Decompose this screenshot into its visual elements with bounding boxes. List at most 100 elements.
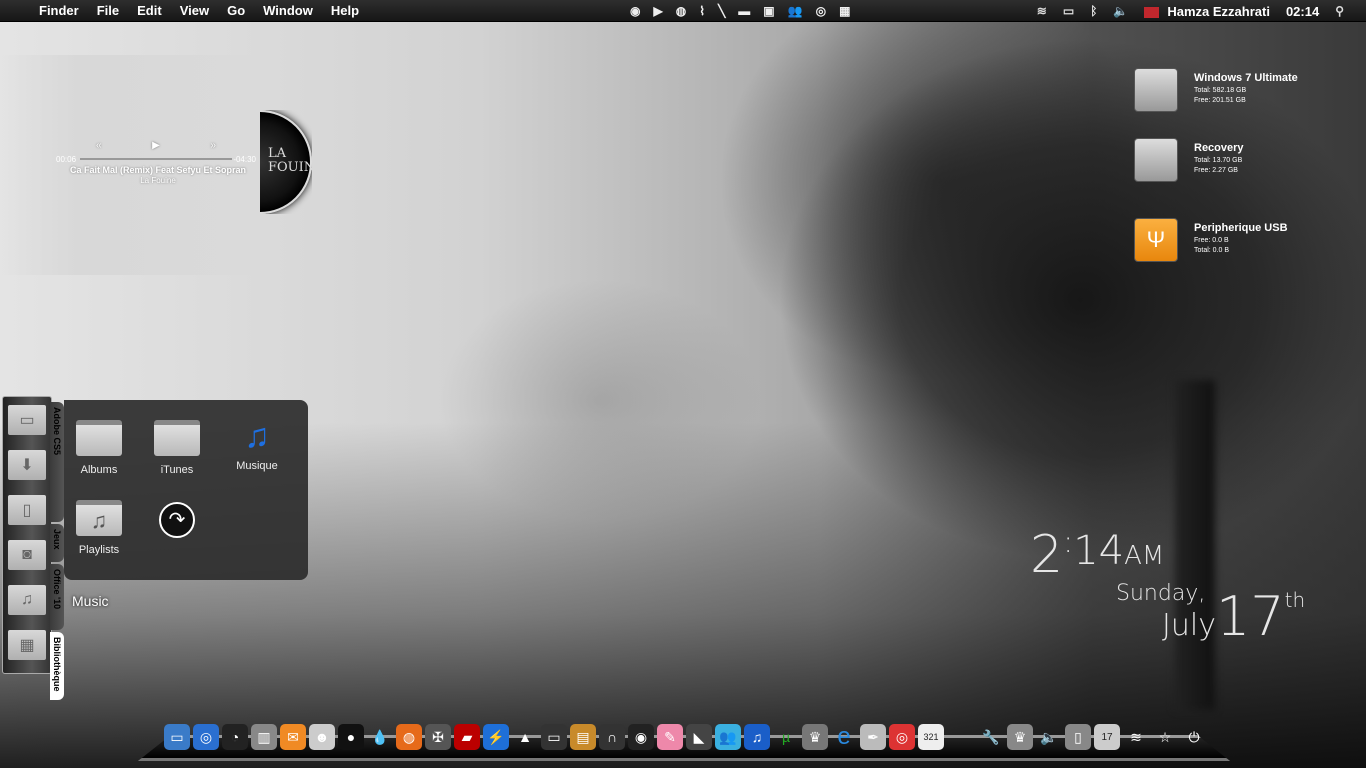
- item-playlists[interactable]: ♫ Playlists: [64, 500, 134, 556]
- downloads-folder-icon[interactable]: ⬇: [8, 450, 46, 480]
- drive-usb[interactable]: Ψ Peripherique USB Free: 0.0 B Total: 0.…: [1134, 218, 1288, 262]
- movies-folder-icon[interactable]: ▦: [8, 630, 46, 660]
- chrome-icon[interactable]: ◎: [816, 4, 826, 18]
- clock-month: July: [1162, 608, 1216, 643]
- open-in-finder-button[interactable]: ↷: [142, 502, 212, 538]
- documents-folder-icon[interactable]: ▯: [8, 495, 46, 525]
- star-icon[interactable]: ☆: [1152, 724, 1178, 750]
- music-folder-icon[interactable]: ♫: [8, 585, 46, 615]
- play-button[interactable]: ▶: [152, 140, 160, 151]
- volume-icon[interactable]: 🔈: [1036, 724, 1062, 750]
- item-label: iTunes: [160, 464, 194, 476]
- feather-icon[interactable]: ✒: [860, 724, 886, 750]
- clock-colon: :: [1063, 525, 1074, 560]
- real-madrid-icon[interactable]: ♛: [1007, 724, 1033, 750]
- music-note-icon: ♫: [244, 417, 270, 455]
- camera-icon[interactable]: ◉: [628, 724, 654, 750]
- drive-total: Total: 582.18 GB: [1194, 87, 1247, 94]
- imac-icon[interactable]: ▭: [164, 724, 190, 750]
- tab-bibliotheque[interactable]: Bibliothèque: [50, 632, 64, 700]
- tab-office[interactable]: Office '10: [50, 564, 64, 630]
- pulse-icon[interactable]: ⌇: [699, 4, 705, 18]
- batman-icon[interactable]: ✠: [425, 724, 451, 750]
- menu-finder[interactable]: Finder: [30, 3, 88, 18]
- menu-go[interactable]: Go: [218, 3, 254, 18]
- wrench-icon[interactable]: 🔧: [978, 724, 1004, 750]
- display-icon[interactable]: ▣: [763, 4, 774, 18]
- water-drop-icon[interactable]: 💧: [367, 724, 393, 750]
- compass-icon[interactable]: ◉: [630, 4, 640, 18]
- nfs-icon[interactable]: ◣: [686, 724, 712, 750]
- finder-icon[interactable]: ☻: [309, 724, 335, 750]
- user-menu[interactable]: Hamza Ezzahrati: [1144, 4, 1270, 19]
- dock-utilities: 🔧 ♛ 🔈 ▯ 17 ≋ ☆ ⏻: [978, 720, 1207, 754]
- item-albums[interactable]: Albums: [64, 420, 134, 476]
- fifa-icon[interactable]: ♛: [802, 724, 828, 750]
- clock-day-suffix: th: [1284, 588, 1306, 612]
- item-itunes[interactable]: iTunes: [142, 420, 212, 476]
- progress-slider[interactable]: [80, 158, 232, 160]
- applications-folder-icon[interactable]: ▭: [8, 405, 46, 435]
- wifi-icon[interactable]: ≋: [1037, 4, 1047, 18]
- menu-edit[interactable]: Edit: [128, 3, 171, 18]
- menu-extras: ◉ ▶ ◍ ⌇ ╲ ▬ ▣ 👥 ◎ ▦: [630, 0, 850, 22]
- headphones-icon[interactable]: ∩: [599, 724, 625, 750]
- utorrent-icon[interactable]: µ: [773, 724, 799, 750]
- dock-apps: ▭ ◎ ◔ ▥ ✉ ☻ ● 💧 ◍ ✠ ▰ ⚡ ▲ ▭ ▤ ∩ ◉ ✎ ◣ 👥 ♫ µ ♛ e ✒ ◎ 321: [164, 720, 944, 754]
- stack-panel: Albums iTunes ♫ Musique ♫ Playlists ↷: [64, 400, 308, 580]
- safari-icon[interactable]: ◎: [193, 724, 219, 750]
- menu-view[interactable]: View: [171, 3, 218, 18]
- paint-icon[interactable]: ✎: [657, 724, 683, 750]
- tab-adobe-cs5[interactable]: Adobe CS5: [50, 402, 64, 522]
- battery-icon[interactable]: ▯: [1065, 724, 1091, 750]
- next-button[interactable]: »: [210, 140, 216, 151]
- usb-drive-icon: Ψ: [1134, 218, 1178, 262]
- media-player-icon[interactable]: 321: [918, 724, 944, 750]
- clock-day: 17: [1215, 585, 1285, 648]
- battery-icon[interactable]: ▭: [1063, 4, 1074, 18]
- menu-window[interactable]: Window: [254, 3, 322, 18]
- folder-icon: [76, 420, 122, 456]
- clapper-icon[interactable]: ▬: [738, 4, 750, 18]
- wifi-icon[interactable]: ≋: [1123, 724, 1149, 750]
- desktop-icon[interactable]: ▭: [541, 724, 567, 750]
- drive-recovery[interactable]: Recovery Total: 13.70 GB Free: 2.27 GB: [1134, 138, 1244, 182]
- vlc-icon[interactable]: ▲: [512, 724, 538, 750]
- messenger-icon[interactable]: 👥: [715, 724, 741, 750]
- bluetooth-icon[interactable]: ᛒ: [1090, 4, 1097, 18]
- pictures-folder-icon[interactable]: ◙: [8, 540, 46, 570]
- calendar-icon[interactable]: 17: [1094, 724, 1120, 750]
- menu-help[interactable]: Help: [322, 3, 368, 18]
- tab-jeux[interactable]: Jeux: [50, 524, 64, 562]
- user-name: Hamza Ezzahrati: [1167, 3, 1270, 19]
- flag-icon: [1144, 6, 1160, 18]
- grid-icon[interactable]: ▦: [839, 4, 850, 18]
- feather-icon[interactable]: ╲: [718, 4, 725, 18]
- music-folder-icon: ♫: [76, 500, 122, 536]
- stacks-sidebar: ▭ ⬇ ▯ ◙ ♫ ▦: [2, 396, 52, 674]
- item-musique[interactable]: ♫ Musique: [222, 416, 292, 472]
- itunes-icon[interactable]: ♫: [744, 724, 770, 750]
- spotlight-search-icon[interactable]: ⚲: [1335, 4, 1344, 18]
- dvd-player-icon[interactable]: ●: [338, 724, 364, 750]
- play-icon[interactable]: ▶: [653, 4, 662, 18]
- menu-bar: Finder File Edit View Go Window Help ◉ ▶…: [0, 0, 1366, 22]
- chrome-icon[interactable]: ◎: [889, 724, 915, 750]
- trash-icon[interactable]: ▥: [251, 724, 277, 750]
- car-icon[interactable]: ▰: [454, 724, 480, 750]
- firefox-icon[interactable]: ◍: [676, 4, 686, 18]
- drive-windows[interactable]: Windows 7 Ultimate Total: 582.18 GB Free…: [1134, 68, 1298, 112]
- mail-icon[interactable]: ✉: [280, 724, 306, 750]
- internet-explorer-icon[interactable]: e: [831, 723, 857, 750]
- drive-name: Peripherique USB: [1194, 222, 1288, 234]
- users-icon[interactable]: 👥: [788, 4, 803, 18]
- volume-icon[interactable]: 🔈: [1113, 4, 1128, 18]
- power-icon[interactable]: ⏻: [1181, 724, 1207, 750]
- menu-clock[interactable]: 02:14: [1286, 4, 1319, 19]
- daemon-tools-icon[interactable]: ⚡: [483, 724, 509, 750]
- winrar-icon[interactable]: ▤: [570, 724, 596, 750]
- previous-button[interactable]: «: [96, 140, 102, 151]
- dashboard-icon[interactable]: ◔: [222, 724, 248, 750]
- firefox-icon[interactable]: ◍: [396, 724, 422, 750]
- menu-file[interactable]: File: [88, 3, 128, 18]
